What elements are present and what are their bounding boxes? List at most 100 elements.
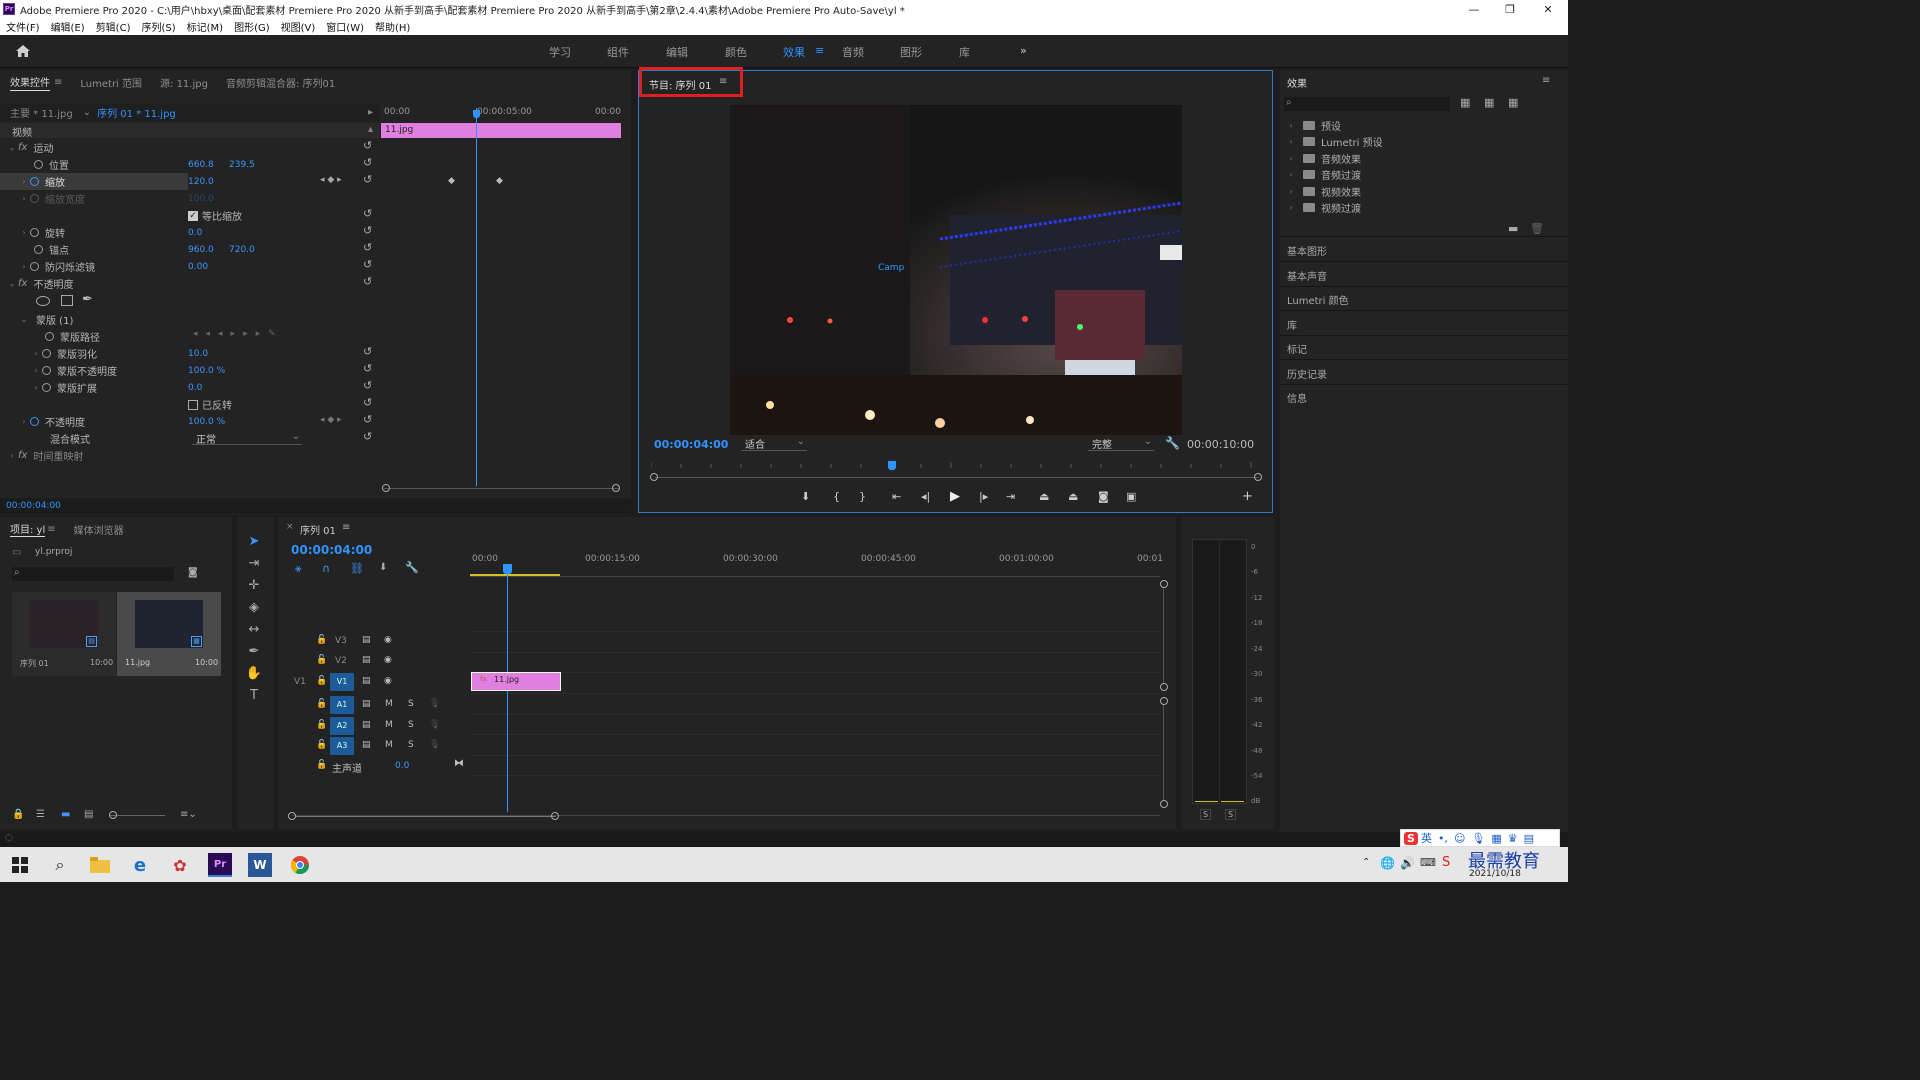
track-name-v3[interactable]: V3 xyxy=(335,636,347,646)
tab-effect-controls[interactable]: 效果控件 xyxy=(10,74,50,91)
timeline-tab-menu-icon[interactable]: ≡ xyxy=(342,522,350,533)
workspace-editing[interactable]: 编辑 xyxy=(666,44,688,60)
hand-tool-icon[interactable]: ✋ xyxy=(244,663,264,683)
mask-expansion-stopwatch-icon[interactable] xyxy=(42,383,51,392)
track-name-a2[interactable]: A2 xyxy=(330,717,354,735)
v-scroll-handle[interactable] xyxy=(1160,683,1168,691)
mask-opacity-value[interactable]: 100.0 % xyxy=(188,366,225,376)
project-item-sequence[interactable]: ▤ 序列 01 10:00 xyxy=(12,592,116,676)
position-x-value[interactable]: 660.8 xyxy=(188,160,214,170)
motion-reset-icon[interactable]: ↺ xyxy=(363,139,372,152)
sync-lock-icon[interactable]: ▤ xyxy=(362,699,371,709)
v-scroll-track[interactable] xyxy=(1163,705,1164,800)
timeline-timecode[interactable]: 00:00:04:00 xyxy=(291,543,372,557)
home-icon[interactable] xyxy=(15,44,31,58)
tab-media-browser[interactable]: 媒体浏览器 xyxy=(74,522,124,537)
razor-tool-icon[interactable]: ◈ xyxy=(244,597,264,617)
tools-icon[interactable]: ▤ xyxy=(1524,832,1534,845)
sort-icon[interactable]: ≡⌄ xyxy=(180,809,197,820)
find-icon[interactable]: ◙ xyxy=(188,567,198,578)
collapse-arrow-icon[interactable]: ▴ xyxy=(368,124,373,135)
project-item-image[interactable]: ▦ 11.jpg 10:00 xyxy=(117,592,221,676)
play-only-audio-icon[interactable]: ▸ xyxy=(368,107,373,118)
pen-mask-icon[interactable]: ✒ xyxy=(82,292,93,307)
scale-stopwatch-icon[interactable] xyxy=(30,177,39,186)
lock-icon[interactable]: 🔒 xyxy=(12,809,24,820)
ime-icon[interactable]: ⌨ xyxy=(1420,856,1436,869)
mask-feather-value[interactable]: 10.0 xyxy=(188,349,208,359)
effects-item-presets[interactable]: › 预设 xyxy=(1285,118,1341,133)
section-essential-graphics[interactable]: 基本图形 xyxy=(1287,243,1327,258)
workspace-menu-icon[interactable]: ≡ xyxy=(815,44,824,57)
track-lock-icon[interactable]: 🔓 xyxy=(316,699,327,709)
track-lock-icon[interactable]: 🔓 xyxy=(316,740,327,750)
tab-menu-icon[interactable]: ≡ xyxy=(54,77,62,88)
rotation-stopwatch-icon[interactable] xyxy=(30,228,39,237)
sync-lock-icon[interactable]: ▤ xyxy=(362,655,371,665)
section-info[interactable]: 信息 xyxy=(1287,390,1307,405)
antiflicker-reset-icon[interactable]: ↺ xyxy=(363,258,372,271)
mask-feather-reset-icon[interactable]: ↺ xyxy=(363,345,372,358)
volume-icon[interactable]: 🔊 xyxy=(1400,856,1415,870)
solo-button-left[interactable]: S xyxy=(1200,809,1212,820)
menu-help[interactable]: 帮助(H) xyxy=(375,19,410,34)
track-name-a1[interactable]: A1 xyxy=(330,696,354,714)
track-name-v2[interactable]: V2 xyxy=(335,656,347,666)
sync-lock-icon[interactable]: ▤ xyxy=(362,740,371,750)
solo-toggle[interactable]: S xyxy=(408,720,414,730)
v-scroll-track[interactable] xyxy=(1163,588,1164,684)
menu-file[interactable]: 文件(F) xyxy=(6,19,40,34)
opacity-group-reset-icon[interactable]: ↺ xyxy=(363,275,372,288)
linked-selection-icon[interactable]: ⛓ xyxy=(350,562,364,575)
effects-search-input[interactable]: ⌕ xyxy=(1284,97,1450,111)
master-volume-value[interactable]: 0.0 xyxy=(395,761,409,771)
h-scroll-handle-right[interactable] xyxy=(551,812,559,820)
close-tab-icon[interactable]: × xyxy=(286,522,294,532)
timeline-settings-icon[interactable]: 🔧 xyxy=(405,561,419,574)
opacity-keyframe-nav-icon[interactable]: ◂ ◆ ▸ xyxy=(320,415,342,425)
close-button[interactable]: ✕ xyxy=(1530,0,1566,18)
menu-graphics[interactable]: 图形(G) xyxy=(234,19,270,34)
mark-out-icon[interactable]: } xyxy=(859,490,866,503)
opacity-reset-icon[interactable]: ↺ xyxy=(363,413,372,426)
scale-value[interactable]: 120.0 xyxy=(188,177,214,187)
tab-source[interactable]: 源: 11.jpg xyxy=(160,75,208,90)
search-icon[interactable]: ⌕ xyxy=(48,853,72,877)
uniform-reset-icon[interactable]: ↺ xyxy=(363,207,372,220)
track-lock-icon[interactable]: 🔓 xyxy=(316,655,327,665)
opacity-value[interactable]: 100.0 % xyxy=(188,417,225,427)
eye-icon[interactable]: ◉ xyxy=(384,655,392,665)
section-libraries[interactable]: 库 xyxy=(1287,317,1297,332)
ime-language[interactable]: 英 xyxy=(1421,830,1432,846)
lift-icon[interactable]: ⏏ xyxy=(1039,490,1049,503)
anchor-stopwatch-icon[interactable] xyxy=(34,245,43,254)
go-to-in-icon[interactable]: ⇤ xyxy=(892,490,901,503)
master-clip-label[interactable]: 主要 * 11.jpg xyxy=(10,105,73,120)
slip-tool-icon[interactable]: ↔ xyxy=(244,619,264,639)
mask-feather-stopwatch-icon[interactable] xyxy=(42,349,51,358)
track-select-tool-icon[interactable]: ⇥ xyxy=(244,553,264,573)
mask-opacity-stopwatch-icon[interactable] xyxy=(42,366,51,375)
antiflicker-value[interactable]: 0.00 xyxy=(188,262,208,272)
ec-zoom-handle-right[interactable] xyxy=(612,484,620,492)
play-icon[interactable]: ▶ xyxy=(950,489,960,504)
source-patch-v1[interactable]: V1 xyxy=(294,677,306,687)
mask-row[interactable]: ⌄ 蒙版 (1) xyxy=(18,311,74,328)
quality-select[interactable]: 完整 ⌄ xyxy=(1088,436,1154,451)
track-lock-icon[interactable]: 🔓 xyxy=(316,635,327,645)
ec-zoom-handle-left[interactable] xyxy=(382,484,390,492)
section-markers[interactable]: 标记 xyxy=(1287,341,1307,356)
program-playhead[interactable] xyxy=(888,461,896,470)
zoom-slider-handle[interactable] xyxy=(109,811,117,819)
effects-item-video-transitions[interactable]: › 视频过渡 xyxy=(1285,200,1361,215)
section-essential-sound[interactable]: 基本声音 xyxy=(1287,268,1327,283)
rotation-reset-icon[interactable]: ↺ xyxy=(363,224,372,237)
track-name-a3[interactable]: A3 xyxy=(330,737,354,755)
program-timecode[interactable]: 00:00:04:00 xyxy=(654,438,728,451)
edge-browser-icon[interactable]: e xyxy=(128,853,152,877)
keyboard-icon[interactable]: ▦ xyxy=(1491,832,1501,845)
maximize-button[interactable]: ❐ xyxy=(1492,0,1528,18)
button-editor-icon[interactable]: + xyxy=(1242,489,1253,504)
time-remap-row[interactable]: › fx 时间重映射 xyxy=(0,447,83,464)
wrench-icon[interactable]: 🔧 xyxy=(1165,436,1180,450)
